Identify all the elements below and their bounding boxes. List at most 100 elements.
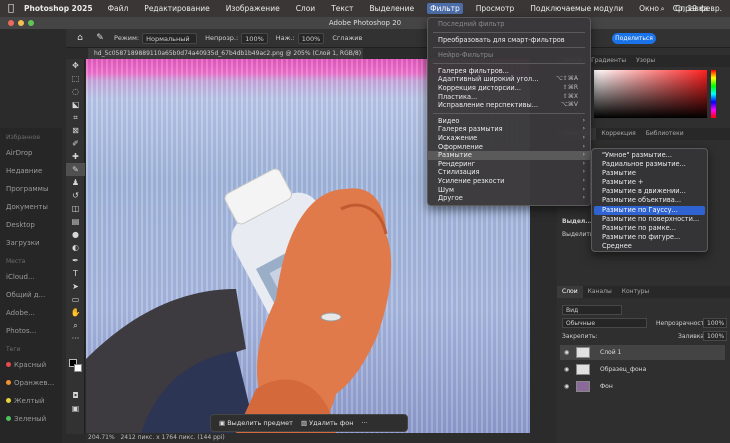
blur-submenu-item-5[interactable]: Размытие объектива... xyxy=(592,196,707,205)
zoom-window-button[interactable] xyxy=(28,20,34,26)
sidebar-item-5[interactable]: Загрузки xyxy=(0,234,62,252)
filter-menu-item-6[interactable]: Пластика... ⇧⌘X xyxy=(428,93,590,102)
eye-icon[interactable]: ◉ xyxy=(564,362,569,377)
menubar-item-8[interactable]: Подключаемые модули xyxy=(527,3,626,14)
blur-submenu-item-1[interactable]: Радиальное размытие... xyxy=(592,160,707,169)
home-icon[interactable]: ⌂ xyxy=(74,32,86,44)
stamp-tool-icon[interactable]: ♟ xyxy=(66,176,85,189)
filter-menu-item-7[interactable]: Исправление перспективы... ⌥⌘V xyxy=(428,101,590,110)
menubar-item-6[interactable]: Фильтр xyxy=(427,3,463,14)
sidebar-place-1[interactable]: Общий д... xyxy=(0,286,62,304)
object-select-tool-icon[interactable]: ⬕ xyxy=(66,98,85,111)
path-select-icon[interactable]: ➤ xyxy=(66,280,85,293)
sidebar-tag-0[interactable]: Красный xyxy=(0,356,62,374)
filter-menu-item-4[interactable]: Адаптивный широкий угол... ⌥⇧⌘A xyxy=(428,75,590,84)
sidebar-tag-1[interactable]: Оранжев... xyxy=(0,374,62,392)
menubar-item-2[interactable]: Изображение xyxy=(223,3,283,14)
sidebar-tag-3[interactable]: Зеленый xyxy=(0,410,62,428)
background-color-swatch[interactable] xyxy=(74,364,82,372)
sidebar-item-4[interactable]: Desktop xyxy=(0,216,62,234)
menubar-item-5[interactable]: Выделение xyxy=(366,3,417,14)
minimize-window-button[interactable] xyxy=(18,20,24,26)
menubar-item-3[interactable]: Слои xyxy=(293,3,319,14)
filter-menu-item-10[interactable]: Искажение › xyxy=(428,134,590,143)
layer-filter-kind[interactable]: Вид xyxy=(562,305,622,315)
dodge-tool-icon[interactable]: ◐ xyxy=(66,241,85,254)
layers-tab-2[interactable]: Контуры xyxy=(617,286,654,298)
opacity-field[interactable]: 100% xyxy=(241,32,268,44)
crop-tool-icon[interactable]: ⌗ xyxy=(66,111,85,124)
filter-menu-item-17[interactable]: Другое › xyxy=(428,194,590,203)
adjust-tab-1[interactable]: Коррекция xyxy=(596,128,640,140)
blend-mode-select[interactable]: Обычные xyxy=(562,318,647,328)
layers-tab-0[interactable]: Слои xyxy=(557,286,583,298)
ctx-more-icon[interactable]: ··· xyxy=(361,419,367,427)
healing-tool-icon[interactable]: ✚ xyxy=(66,150,85,163)
eyedropper-tool-icon[interactable]: ✐ xyxy=(66,137,85,150)
blur-submenu-item-7[interactable]: Размытие по поверхности... xyxy=(592,215,707,224)
marquee-tool-icon[interactable]: ⬚ xyxy=(66,72,85,85)
sidebar-extra-1[interactable]: Photos... xyxy=(0,322,62,340)
filter-menu-item-13[interactable]: Рендеринг › xyxy=(428,160,590,169)
more-tools-icon[interactable]: ··· xyxy=(66,332,85,345)
move-tool-icon[interactable]: ✥ xyxy=(66,59,85,72)
remove-background-button[interactable]: ▨ Удалить фон xyxy=(301,419,354,427)
filter-menu-item-5[interactable]: Коррекция дисторсии... ⇧⌘R xyxy=(428,84,590,93)
filter-menu-item-3[interactable]: Галерея фильтров... xyxy=(428,67,590,76)
hue-slider[interactable] xyxy=(711,70,716,118)
blur-submenu-item-2[interactable]: Размытие xyxy=(592,169,707,178)
menubar-item-4[interactable]: Текст xyxy=(328,3,356,14)
sidebar-tag-2[interactable]: Желтый xyxy=(0,392,62,410)
blur-submenu-item-0[interactable]: "Умное" размытие... xyxy=(592,151,707,160)
search-icon[interactable]: ⌕ xyxy=(661,4,665,14)
filter-menu-item-11[interactable]: Оформление › xyxy=(428,143,590,152)
close-window-button[interactable] xyxy=(8,20,14,26)
layer-row[interactable]: ◉ Фон xyxy=(560,379,725,394)
blur-submenu-item-9[interactable]: Размытие по фигуре... xyxy=(592,233,707,242)
layer-fill-field[interactable]: 100% xyxy=(703,331,727,341)
quick-mask-icon[interactable]: ◘ xyxy=(66,389,85,402)
apple-icon[interactable]:  xyxy=(8,3,14,14)
eye-icon[interactable]: ◉ xyxy=(564,379,569,394)
blur-submenu-item-10[interactable]: Среднее xyxy=(592,242,707,251)
blur-submenu-item-8[interactable]: Размытие по рамке... xyxy=(592,224,707,233)
sidebar-item-3[interactable]: Документы xyxy=(0,198,62,216)
menubar-item-0[interactable]: Файл xyxy=(105,3,132,14)
type-tool-icon[interactable]: T xyxy=(66,267,85,280)
blur-submenu-item-4[interactable]: Размытие в движении... xyxy=(592,187,707,196)
adjust-tab-2[interactable]: Библиотеки xyxy=(641,128,689,140)
document-tab[interactable]: hd_5c0587189889110a65b0d74a40935d_67b4db… xyxy=(88,48,363,59)
filter-menu-item-1[interactable]: Преобразовать для смарт-фильтров xyxy=(428,36,590,45)
filter-menu-item-14[interactable]: Стилизация › xyxy=(428,168,590,177)
menubar-item-1[interactable]: Редактирование xyxy=(141,3,212,14)
layer-row[interactable]: ◉ Слой 1 xyxy=(560,345,725,360)
gradient-tool-icon[interactable]: ▤ xyxy=(66,215,85,228)
sidebar-item-1[interactable]: Недавние xyxy=(0,162,62,180)
layer-row[interactable]: ◉ Образец_фона xyxy=(560,362,725,377)
filter-menu-item-15[interactable]: Усиление резкости › xyxy=(428,177,590,186)
flow-field[interactable]: 100% xyxy=(297,32,325,44)
menubar-item-9[interactable]: Окно xyxy=(636,3,662,14)
filter-menu-item-16[interactable]: Шум › xyxy=(428,186,590,195)
menubar-item-7[interactable]: Просмотр xyxy=(473,3,518,14)
blur-submenu-item-6[interactable]: Размытие по Гауссу... xyxy=(594,205,705,215)
select-subject-button[interactable]: ▣ Выделить предмет xyxy=(219,419,293,427)
sidebar-item-2[interactable]: Программы xyxy=(0,180,62,198)
brush-tool-icon[interactable]: ✎ xyxy=(66,163,85,176)
screen-mode-icon[interactable]: ▣ xyxy=(66,402,85,415)
mode-select[interactable]: Нормальный xyxy=(142,32,198,44)
filter-menu-item-9[interactable]: Галерея размытия › xyxy=(428,125,590,134)
sidebar-place-0[interactable]: iCloud... xyxy=(0,268,62,286)
zoom-tool-icon[interactable]: ⌕ xyxy=(66,319,85,332)
share-button[interactable]: Поделиться xyxy=(612,33,656,44)
layer-opacity-field[interactable]: 100% xyxy=(703,318,727,328)
filter-menu-item-8[interactable]: Видео › xyxy=(428,117,590,126)
hand-tool-icon[interactable]: ✋ xyxy=(66,306,85,319)
shape-tool-icon[interactable]: ▭ xyxy=(66,293,85,306)
document-info[interactable]: 2412 пикс. x 1764 пикс. (144 ppi) xyxy=(120,434,224,441)
sidebar-extra-0[interactable]: Adobe... xyxy=(0,304,62,322)
eraser-tool-icon[interactable]: ◫ xyxy=(66,202,85,215)
pen-tool-icon[interactable]: ✒ xyxy=(66,254,85,267)
blur-submenu-item-3[interactable]: Размытие + xyxy=(592,178,707,187)
sidebar-item-0[interactable]: AirDrop xyxy=(0,144,62,162)
